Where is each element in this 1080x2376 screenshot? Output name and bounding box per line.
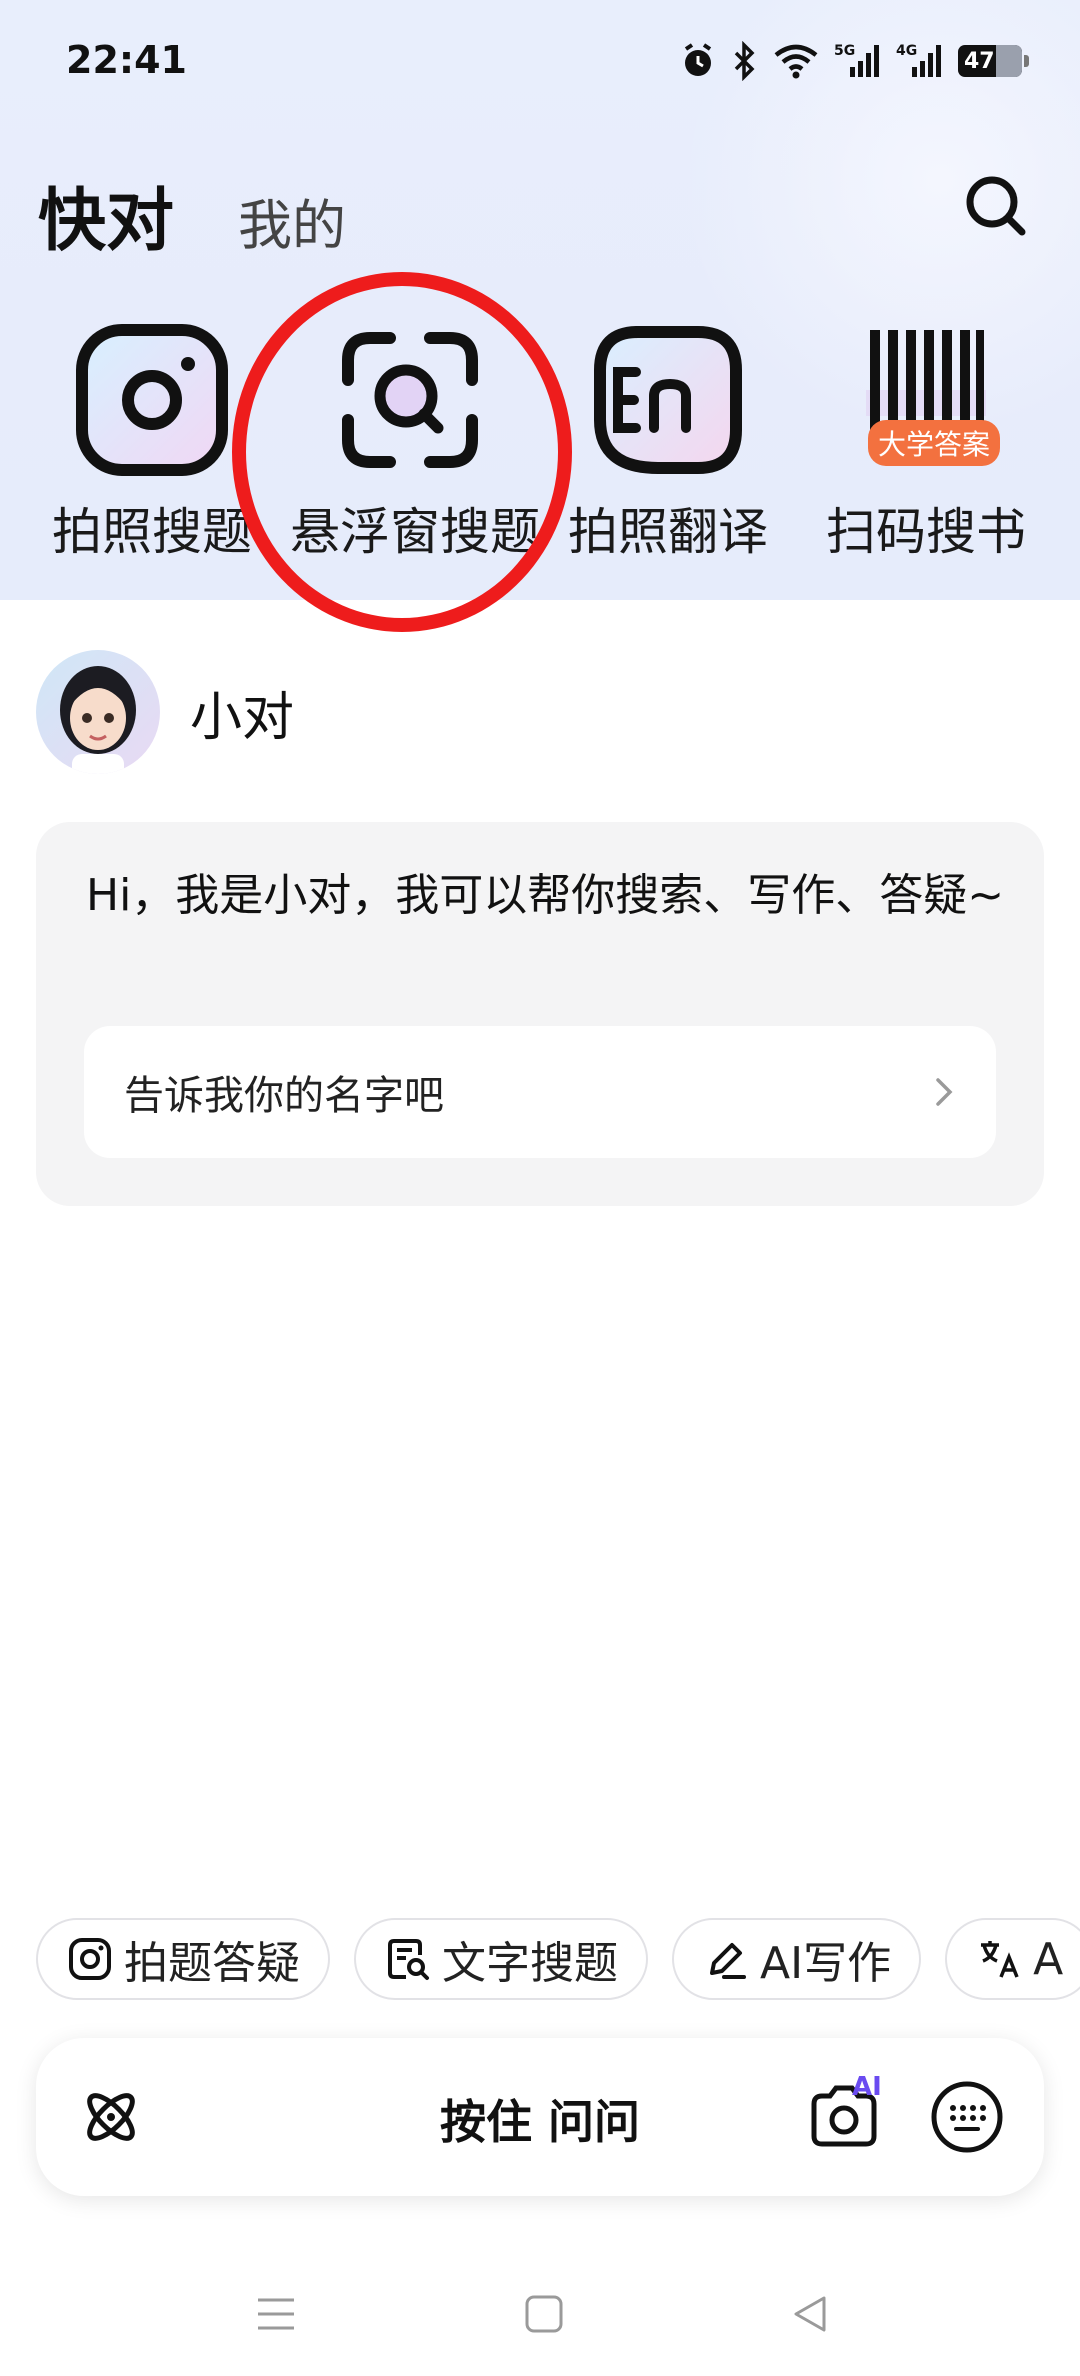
chip-photo-answer[interactable]: 拍题答疑 xyxy=(36,1918,330,2000)
avatar[interactable] xyxy=(36,650,160,774)
tab-kuaidui[interactable]: 快对 xyxy=(38,165,174,264)
greeting-text: Hi，我是小对，我可以帮你搜索、写作、答疑~ xyxy=(86,870,1005,921)
chip-ai-writing[interactable]: AI写作 xyxy=(672,1918,922,2000)
menu-icon[interactable] xyxy=(256,2296,296,2332)
bluetooth-icon xyxy=(734,41,755,81)
ai-camera-button[interactable]: AI xyxy=(802,2072,886,2162)
chip-label: A xyxy=(1033,1933,1064,1985)
chip-label: AI写作 xyxy=(760,1938,892,1989)
avatar-girl-icon xyxy=(60,666,136,774)
tab-mine[interactable]: 我的 xyxy=(238,181,346,260)
university-answer-badge: 大学答案 xyxy=(868,420,1001,466)
system-nav-bar xyxy=(0,2260,1080,2360)
wifi-icon xyxy=(774,44,818,79)
search-icon xyxy=(966,176,1026,236)
input-bar: 按住 问问 AI xyxy=(36,2038,1044,2196)
alarm-icon xyxy=(684,43,712,76)
status-icons: 5G 4G 47 xyxy=(678,40,1029,82)
camera-icon xyxy=(76,324,228,476)
svg-text:5G: 5G xyxy=(834,43,855,59)
highlight-circle xyxy=(232,272,572,632)
search-button[interactable] xyxy=(960,170,1032,242)
chevron-right-icon xyxy=(936,1078,953,1106)
chip-text-search[interactable]: 文字搜题 xyxy=(354,1918,648,2000)
translate-icon xyxy=(981,1941,1019,1978)
status-time: 22:41 xyxy=(66,38,187,82)
battery-icon: 47 xyxy=(958,45,1029,77)
hold-to-ask-button[interactable]: 按住 问问 xyxy=(36,2086,1044,2152)
status-bar: 22:41 5G 4G 47 xyxy=(0,0,1080,120)
tool-photo-translate[interactable]: 拍照翻译 xyxy=(548,320,788,564)
chip-translate[interactable]: A xyxy=(945,1918,1080,2000)
tool-label: 拍照搜题 xyxy=(52,503,252,561)
pen-icon xyxy=(710,1943,746,1979)
chip-label: 文字搜题 xyxy=(442,1938,618,1989)
keyboard-icon xyxy=(931,2081,1003,2153)
signal-4g-icon: 4G xyxy=(896,43,941,77)
suggestion-text: 告诉我你的名字吧 xyxy=(124,1073,444,1119)
battery-level: 47 xyxy=(964,48,995,74)
assistant-name: 小对 xyxy=(190,687,295,748)
suggestion-prompt[interactable]: 告诉我你的名字吧 xyxy=(84,1026,996,1158)
signal-5g-icon: 5G xyxy=(834,43,879,77)
ai-badge: AI xyxy=(852,2072,882,2102)
home-icon[interactable] xyxy=(524,2294,564,2334)
top-nav: 快对 我的 xyxy=(38,165,346,264)
back-icon[interactable] xyxy=(790,2294,830,2334)
camera-icon xyxy=(69,1938,111,1980)
tool-label: 拍照翻译 xyxy=(568,503,768,561)
tool-label: 扫码搜书 xyxy=(826,503,1026,561)
chip-label: 拍题答疑 xyxy=(124,1938,300,1989)
keyboard-button[interactable] xyxy=(928,2078,1006,2160)
quick-chips: 拍题答疑 文字搜题 AI写作 A xyxy=(36,1918,1080,2000)
assistant-header: 小对 xyxy=(36,650,294,774)
translate-en-icon xyxy=(594,326,742,474)
text-search-icon xyxy=(388,1939,429,1980)
tool-scan-book[interactable]: 大学答案 扫码搜书 xyxy=(806,320,1046,564)
chat-card: Hi，我是小对，我可以帮你搜索、写作、答疑~ 告诉我你的名字吧 xyxy=(36,822,1044,1206)
svg-text:4G: 4G xyxy=(896,43,917,59)
